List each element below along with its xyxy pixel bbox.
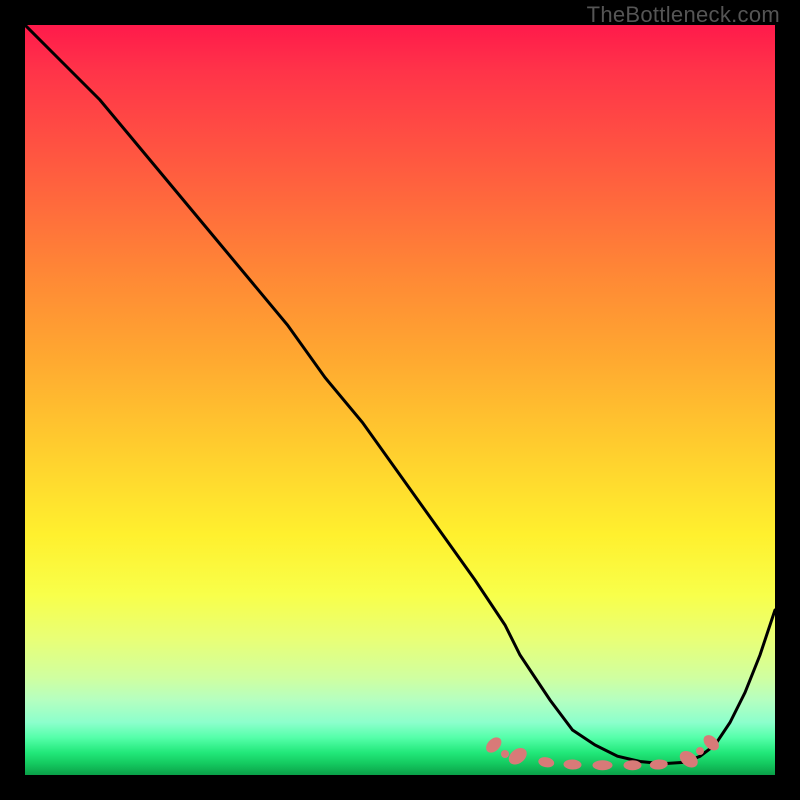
curve-marker	[483, 734, 504, 755]
watermark-text: TheBottleneck.com	[587, 2, 780, 28]
bottleneck-curve-line	[25, 25, 775, 764]
curve-marker	[649, 759, 668, 771]
curve-marker	[506, 745, 530, 768]
plot-area	[25, 25, 775, 775]
curve-markers	[483, 732, 722, 771]
curve-marker	[538, 756, 555, 769]
curve-marker	[501, 750, 509, 758]
curve-marker	[593, 760, 613, 770]
curve-layer	[25, 25, 775, 775]
curve-marker	[624, 760, 642, 770]
chart-frame: TheBottleneck.com	[0, 0, 800, 800]
curve-marker	[696, 747, 704, 755]
curve-marker	[563, 759, 581, 770]
